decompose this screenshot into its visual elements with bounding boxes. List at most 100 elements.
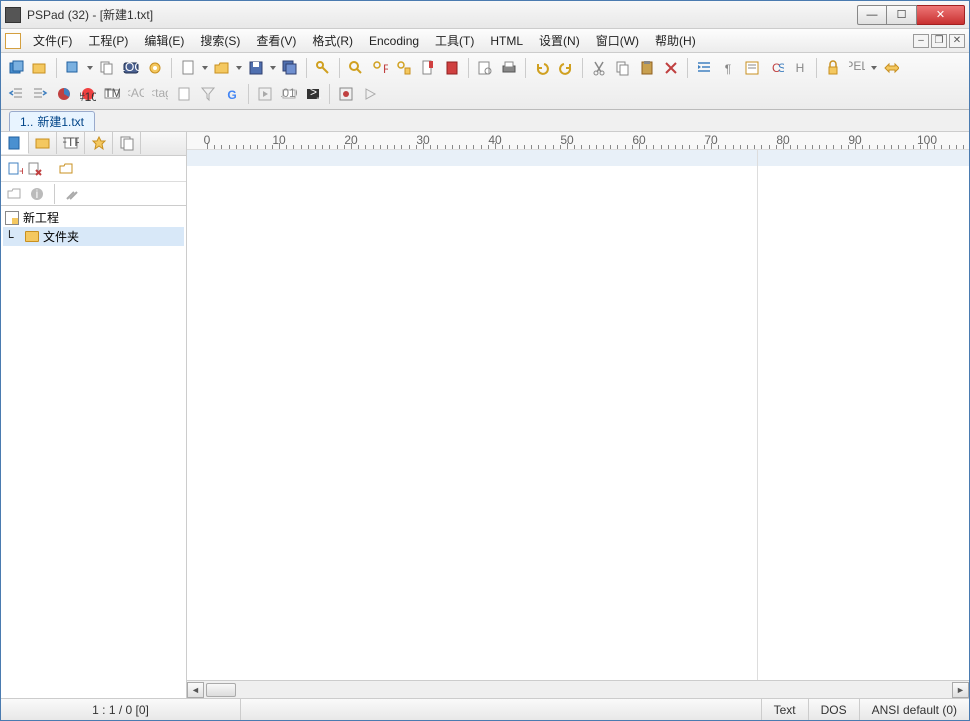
project-settings-icon[interactable]	[62, 57, 84, 79]
copy-files-icon[interactable]	[96, 57, 118, 79]
menu-tools[interactable]: 工具(T)	[427, 29, 482, 52]
editor-content[interactable]	[187, 150, 969, 680]
project-tree[interactable]: 新工程 └ 文件夹	[1, 206, 186, 698]
status-eol[interactable]: DOS	[809, 699, 860, 720]
chart-icon[interactable]	[53, 83, 75, 105]
dropdown-icon[interactable]	[86, 66, 94, 70]
clipboard-icon[interactable]	[173, 83, 195, 105]
menu-file[interactable]: 文件(F)	[25, 29, 80, 52]
sidebar-tab-favorites[interactable]	[85, 132, 113, 154]
menu-edit[interactable]: 编辑(E)	[136, 29, 192, 52]
menu-format[interactable]: 格式(R)	[304, 29, 361, 52]
file-tab-active[interactable]: 1.. 新建1.txt	[9, 111, 95, 131]
menu-html[interactable]: HTML	[482, 31, 531, 51]
hex-icon[interactable]: H	[789, 57, 811, 79]
save-icon[interactable]	[245, 57, 267, 79]
syntax-icon[interactable]: CS	[765, 57, 787, 79]
bookmark-icon[interactable]	[417, 57, 439, 79]
pilcrow-icon[interactable]: ¶	[717, 57, 739, 79]
dropdown-icon[interactable]	[269, 66, 277, 70]
play-macro-icon[interactable]	[359, 83, 381, 105]
status-filetype[interactable]: Text	[762, 699, 809, 720]
indent2-icon[interactable]	[29, 83, 51, 105]
menu-search[interactable]: 搜索(S)	[192, 29, 248, 52]
save-all-icon[interactable]	[279, 57, 301, 79]
remove-file-icon[interactable]	[27, 161, 43, 177]
tree-folder[interactable]: └ 文件夹	[3, 227, 184, 246]
status-encoding[interactable]: ANSI default (0)	[860, 699, 969, 720]
key-icon[interactable]	[312, 57, 334, 79]
google-icon[interactable]: G	[221, 83, 243, 105]
cut-icon[interactable]	[588, 57, 610, 79]
sidebar-tab-folder[interactable]	[29, 132, 57, 154]
filter-icon[interactable]	[197, 83, 219, 105]
dropdown-icon[interactable]	[870, 66, 878, 70]
lock-icon[interactable]	[822, 57, 844, 79]
wrap-icon[interactable]	[741, 57, 763, 79]
info-icon[interactable]: i	[29, 186, 45, 202]
menu-encoding[interactable]: Encoding	[361, 31, 427, 51]
tree-root[interactable]: 新工程	[3, 208, 184, 227]
undo-icon[interactable]	[531, 57, 553, 79]
ruler-label: 0	[204, 133, 211, 147]
mdi-restore[interactable]: ❐	[931, 34, 947, 48]
sidebar-tab-files[interactable]	[113, 132, 141, 154]
log-icon[interactable]: LOG	[120, 57, 142, 79]
copy-icon[interactable]	[612, 57, 634, 79]
mdi-minimize[interactable]: –	[913, 34, 929, 48]
dropdown-icon[interactable]	[235, 66, 243, 70]
indent-icon[interactable]	[693, 57, 715, 79]
project-icon	[5, 211, 19, 225]
terminal-icon[interactable]: >_	[302, 83, 324, 105]
ruler-label: 50	[560, 133, 573, 147]
menu-window[interactable]: 窗口(W)	[588, 29, 647, 52]
horizontal-scrollbar[interactable]: ◄ ►	[187, 680, 969, 698]
toolbar-row-1: LOG R	[5, 55, 965, 81]
book-icon[interactable]	[441, 57, 463, 79]
menu-settings[interactable]: 设置(N)	[531, 29, 588, 52]
menu-view[interactable]: 查看(V)	[248, 29, 304, 52]
print-preview-icon[interactable]	[474, 57, 496, 79]
dropdown-icon[interactable]	[201, 66, 209, 70]
new-file-icon[interactable]	[177, 57, 199, 79]
spell-icon[interactable]: SPELL	[846, 57, 868, 79]
svg-text:>_: >_	[310, 86, 321, 99]
search-replace-icon[interactable]: R	[369, 57, 391, 79]
close-button[interactable]: ✕	[917, 5, 965, 25]
record-icon[interactable]	[335, 83, 357, 105]
html-badge-icon[interactable]: HTML	[101, 83, 123, 105]
scroll-track[interactable]	[204, 682, 952, 698]
menu-help[interactable]: 帮助(H)	[647, 29, 704, 52]
add-folder-icon[interactable]	[59, 161, 75, 177]
outdent-icon[interactable]	[5, 83, 27, 105]
macro-icon[interactable]	[880, 57, 902, 79]
tools-icon[interactable]	[64, 186, 80, 202]
search-icon[interactable]	[345, 57, 367, 79]
color-picker-icon[interactable]: #10	[77, 83, 99, 105]
gear-project-icon[interactable]	[144, 57, 166, 79]
sidebar-tab-ftp[interactable]: FTP	[57, 132, 85, 154]
redo-icon[interactable]	[555, 57, 577, 79]
open-project-icon[interactable]	[29, 57, 51, 79]
separator	[171, 58, 172, 78]
print-icon[interactable]	[498, 57, 520, 79]
scroll-thumb[interactable]	[206, 683, 236, 697]
sync-icon[interactable]	[7, 186, 23, 202]
binary-icon[interactable]: 1010	[278, 83, 300, 105]
delete-icon[interactable]	[660, 57, 682, 79]
scroll-left-button[interactable]: ◄	[187, 682, 204, 698]
paste-icon[interactable]	[636, 57, 658, 79]
tag2-icon[interactable]: <tag	[149, 83, 171, 105]
tag-icon[interactable]: <AG	[125, 83, 147, 105]
minimize-button[interactable]: —	[857, 5, 887, 25]
search-files-icon[interactable]	[393, 57, 415, 79]
mdi-close[interactable]: ✕	[949, 34, 965, 48]
play-icon[interactable]	[254, 83, 276, 105]
maximize-button[interactable]: ☐	[887, 5, 917, 25]
sidebar-tab-project[interactable]	[1, 132, 29, 154]
open-file-icon[interactable]	[211, 57, 233, 79]
new-project-icon[interactable]	[5, 57, 27, 79]
add-file-icon[interactable]: +	[7, 161, 23, 177]
menu-project[interactable]: 工程(P)	[80, 29, 136, 52]
scroll-right-button[interactable]: ►	[952, 682, 969, 698]
